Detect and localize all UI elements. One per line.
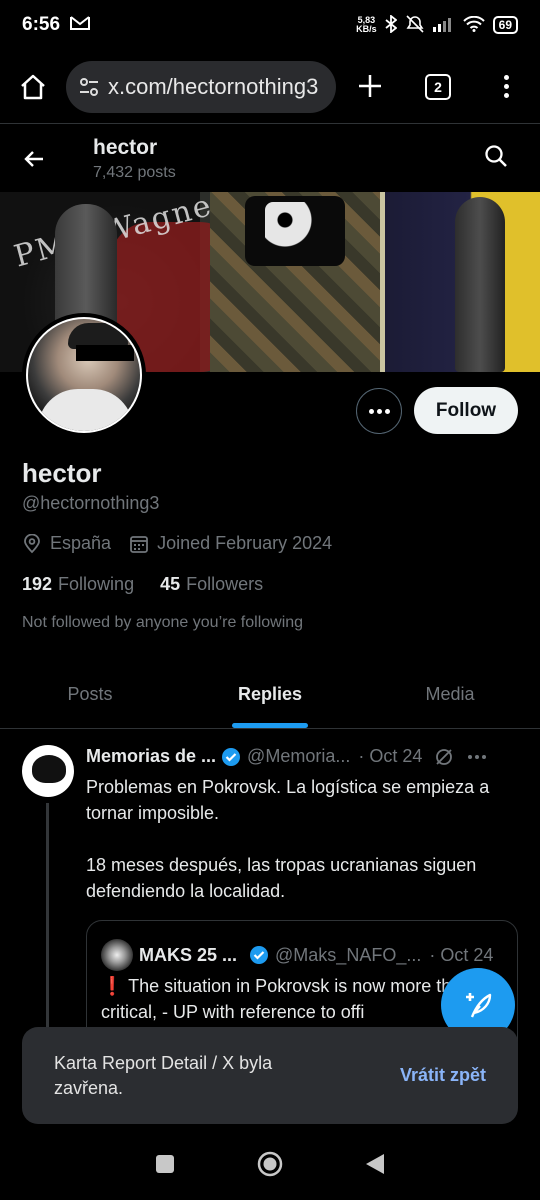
profile-tabs: Posts Replies Media: [0, 660, 540, 729]
wifi-icon: [462, 15, 485, 35]
plus-icon: [359, 74, 381, 97]
signal-icon: [432, 16, 455, 35]
tweet-more-button[interactable]: [468, 754, 487, 759]
browser-menu-button[interactable]: [472, 75, 540, 98]
following-label: Following: [58, 574, 135, 594]
recents-button-icon[interactable]: [154, 1153, 176, 1175]
location-pin-icon: [24, 533, 40, 553]
display-name: hector: [22, 458, 102, 488]
verified-badge-icon: [222, 747, 241, 766]
status-bar: 6:56 5,83 KB/s 69: [0, 0, 540, 50]
search-icon: [485, 145, 507, 167]
grok-icon[interactable]: [434, 747, 454, 767]
home-nav-icon[interactable]: [256, 1150, 284, 1178]
quoted-author-avatar: [101, 939, 133, 971]
tab-replies[interactable]: Replies: [180, 660, 360, 728]
browser-toolbar: x.com/hectornothing3 2: [0, 50, 540, 124]
location-text: España: [50, 533, 112, 553]
tab-media-label: Media: [425, 684, 475, 704]
profile-avatar[interactable]: [22, 313, 146, 437]
quoted-author-handle: @Maks_NAFO_...: [275, 944, 422, 965]
quoted-tweet-date: · Oct 24: [429, 944, 494, 965]
followers-link[interactable]: 45 Followers: [160, 574, 263, 595]
follow-stats: 192 Following 45 Followers: [22, 574, 289, 595]
snackbar: Karta Report Detail / X byla zavřena. Vr…: [22, 1027, 518, 1124]
active-tab-indicator: [232, 723, 308, 728]
home-button[interactable]: [0, 73, 66, 101]
following-link[interactable]: 192 Following: [22, 574, 134, 595]
follow-button[interactable]: Follow: [414, 387, 518, 434]
join-date-text: Joined February 2024: [157, 533, 333, 553]
tab-posts[interactable]: Posts: [0, 660, 180, 728]
status-time: 6:56: [22, 14, 61, 35]
undo-button[interactable]: Vrátit zpět: [400, 1065, 486, 1086]
snackbar-message: Karta Report Detail / X byla zavřena.: [54, 1052, 273, 1098]
battery-indicator: 69: [492, 16, 518, 34]
status-icons: 5,83 KB/s 69: [356, 13, 518, 36]
header-post-count: 7,432 posts: [93, 163, 176, 181]
tab-media[interactable]: Media: [360, 660, 540, 728]
tab-count: 2: [425, 73, 451, 100]
more-options-button[interactable]: [356, 388, 402, 434]
bluetooth-icon: [385, 13, 398, 36]
system-nav-bar: [0, 1128, 540, 1200]
tweet-author-handle[interactable]: @Memoria...: [247, 746, 350, 767]
quoted-author-name: MAKS 25 ...: [139, 944, 238, 965]
back-nav-icon[interactable]: [364, 1152, 386, 1176]
tab-posts-label: Posts: [67, 684, 113, 704]
site-settings-icon: [80, 77, 98, 96]
followers-count: 45: [160, 574, 181, 594]
calendar-icon: [130, 535, 148, 553]
profile-meta: España Joined February 2024: [22, 533, 350, 554]
gmail-icon: [70, 15, 91, 36]
tweet-author-avatar[interactable]: [22, 745, 74, 797]
back-button[interactable]: [0, 147, 68, 171]
profile-header: hector 7,432 posts: [0, 125, 540, 192]
tab-switcher-button[interactable]: 2: [404, 73, 472, 100]
mute-icon: [405, 14, 425, 36]
new-tab-button[interactable]: [336, 66, 404, 108]
tweet-header: Memorias de ... @Memoria... · Oct 24: [86, 746, 526, 767]
compose-feather-icon: [466, 993, 492, 1018]
tweet-text: Problemas en Pokrovsk. La logística se e…: [86, 777, 490, 901]
speed-unit: KB/s: [356, 24, 377, 34]
join-date: Joined February 2024: [129, 533, 332, 554]
url-bar[interactable]: x.com/hectornothing3: [66, 60, 336, 113]
following-count: 192: [22, 574, 53, 594]
url-text: x.com/hectornothing3: [108, 73, 319, 99]
user-handle: @hectornothing3: [22, 493, 160, 513]
tweet-date[interactable]: · Oct 24: [358, 746, 422, 767]
header-name: hector: [93, 135, 158, 159]
quoted-tweet-header: MAKS 25 ... @Maks_NAFO_... · Oct 24: [101, 939, 493, 971]
tweet-author-name[interactable]: Memorias de ...: [86, 746, 216, 767]
search-button[interactable]: [484, 144, 508, 173]
location: España: [22, 533, 111, 554]
followers-label: Followers: [186, 574, 264, 594]
back-arrow-icon: [24, 150, 43, 167]
quoted-text-body: The situation in Pokrovsk is now more th…: [101, 976, 472, 1022]
header-titles: hector 7,432 posts: [93, 136, 176, 182]
network-speed: 5,83 KB/s: [356, 16, 377, 34]
not-followed-text: Not followed by anyone you’re following: [22, 614, 304, 631]
thread-line: [46, 803, 49, 1063]
verified-badge-icon: [250, 946, 269, 964]
tab-replies-label: Replies: [237, 684, 303, 704]
exclamation-icon: ❗: [101, 976, 124, 996]
home-icon: [21, 74, 45, 99]
